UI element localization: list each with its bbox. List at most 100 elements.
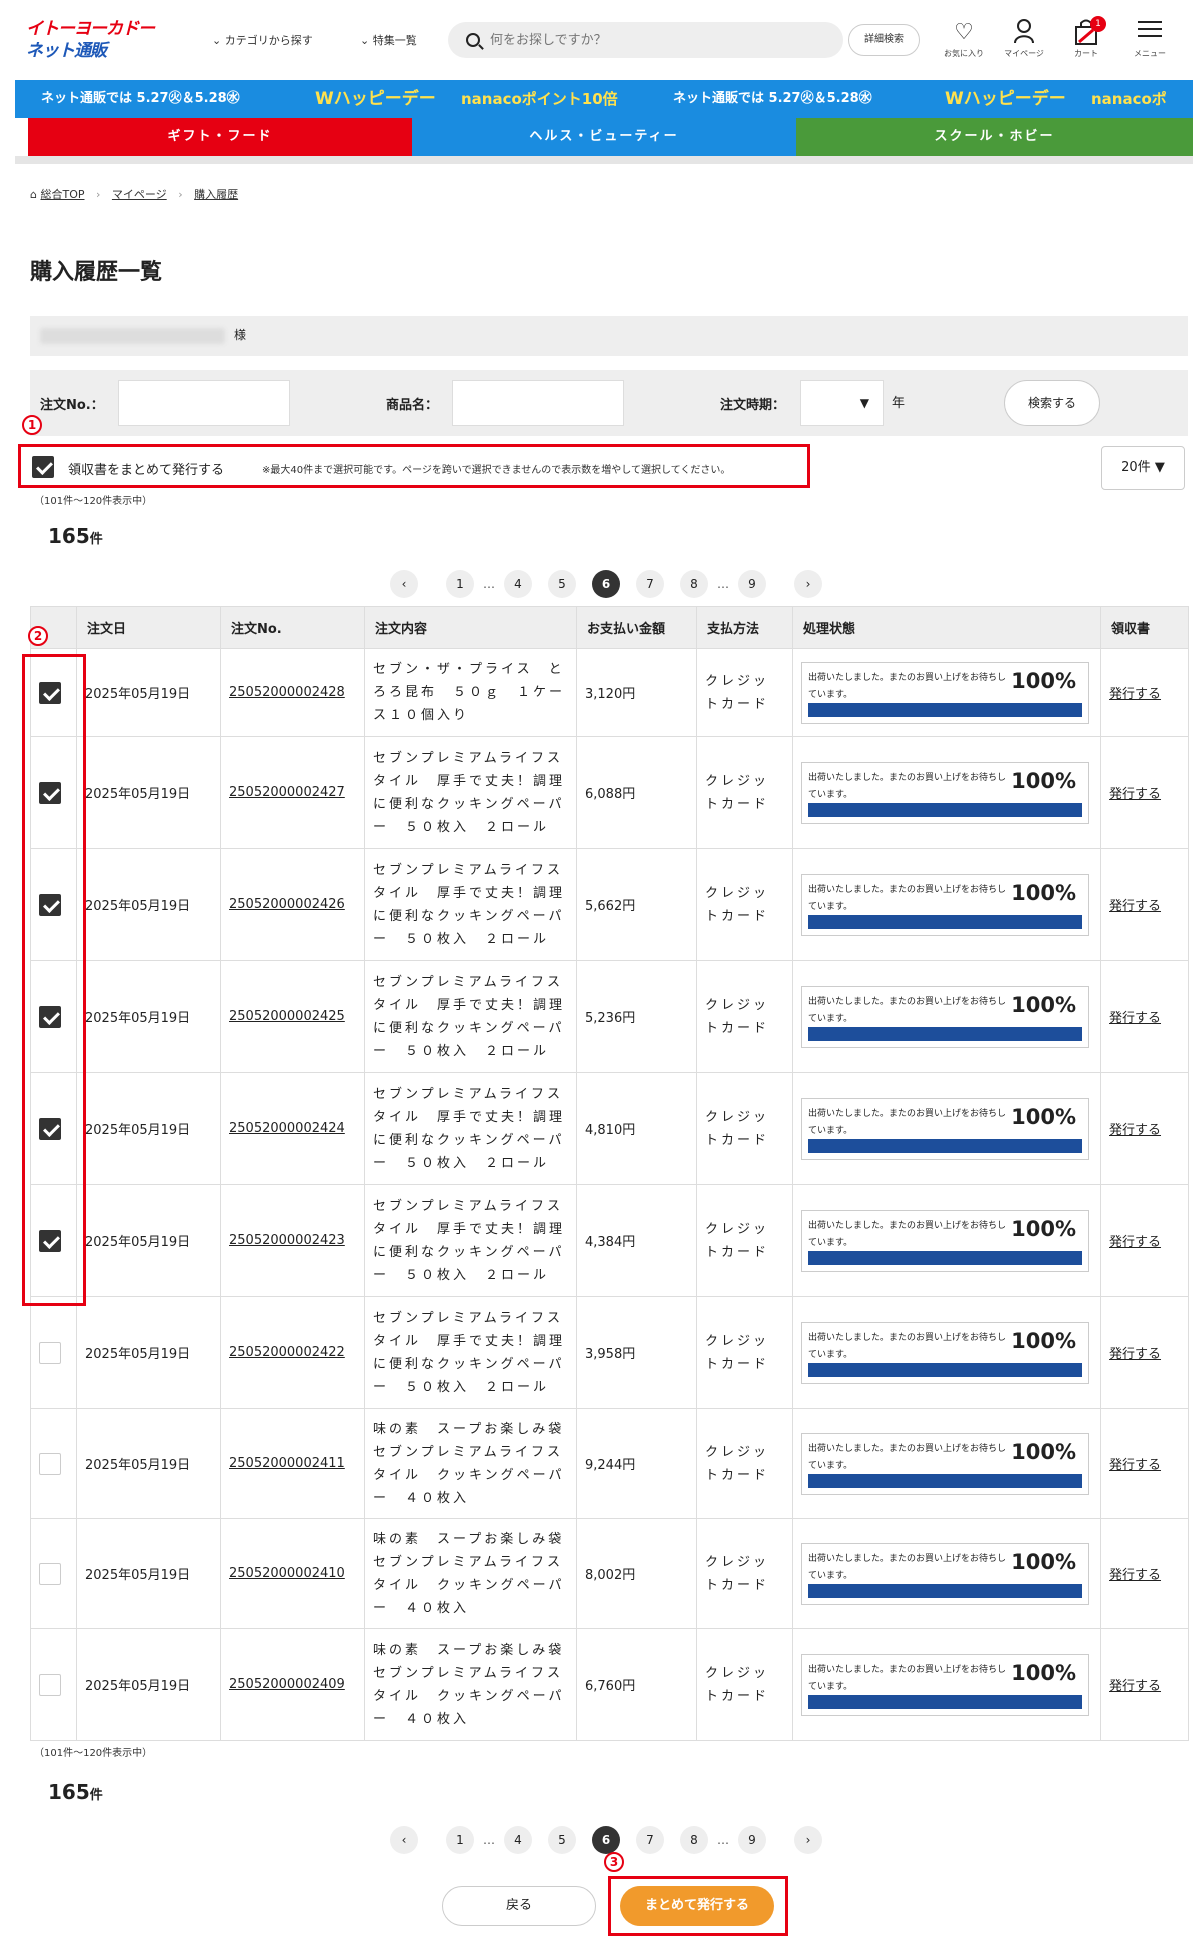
payment-method: クレジットカード	[696, 1184, 793, 1297]
pagination-page[interactable]: 7	[636, 570, 664, 598]
year-label: 年	[892, 396, 906, 411]
bulk-issue-button[interactable]: まとめて発行する	[620, 1886, 774, 1926]
order-no-link[interactable]: 25052000002410	[229, 1566, 345, 1581]
order-year-select[interactable]: ▼	[800, 380, 884, 426]
order-no-link[interactable]: 25052000002423	[229, 1233, 345, 1248]
advanced-search-button[interactable]: 詳細検索	[848, 24, 920, 56]
pagination-page[interactable]: 5	[548, 1826, 576, 1854]
banner-text-2: Wハッピーデー	[315, 89, 436, 109]
order-no-link[interactable]: 25052000002409	[229, 1677, 345, 1692]
order-no-cell: 25052000002411	[220, 1408, 365, 1519]
pagination-page[interactable]: 9	[738, 570, 766, 598]
pagination-page[interactable]: 1	[446, 1826, 474, 1854]
row-checkbox[interactable]	[39, 1562, 61, 1585]
order-no-link[interactable]: 25052000002411	[229, 1456, 345, 1471]
breadcrumb-separator: ›	[178, 188, 183, 201]
breadcrumb-mypage[interactable]: マイページ	[112, 188, 167, 201]
order-content: 味の素 スープお楽しみ袋 セブンプレミアムライフスタイル クッキングペーパー ４…	[364, 1408, 577, 1519]
pagination-page[interactable]: 8	[680, 1826, 708, 1854]
order-date: 2025年05月19日	[76, 848, 221, 961]
order-no-link[interactable]: 25052000002422	[229, 1345, 345, 1360]
issue-receipt-link[interactable]: 発行する	[1109, 1679, 1161, 1694]
issue-receipt-link[interactable]: 発行する	[1109, 687, 1161, 702]
progress-bar	[808, 1583, 1082, 1598]
status-cell: 出荷いたしました。またのお買い上げをお待ちしています。 100%	[792, 1072, 1101, 1185]
issue-receipt-link[interactable]: 発行する	[1109, 899, 1161, 914]
table-row: 2025年05月19日 25052000002428 セブン・ザ・プライス とろろ昆…	[30, 648, 1189, 737]
count-unit: 件	[89, 1788, 103, 1803]
chevron-down-icon: ▼	[859, 396, 869, 410]
nav-category[interactable]: ⌄ カテゴリから探す	[212, 32, 313, 48]
pagination-page[interactable]: 4	[504, 1826, 532, 1854]
nav-feature[interactable]: ⌄ 特集一覧	[360, 32, 417, 48]
issue-receipt-link[interactable]: 発行する	[1109, 787, 1161, 802]
pagination-page-current[interactable]: 6	[592, 570, 620, 598]
logo-line1: イトーヨーカドー	[26, 19, 155, 39]
pagination-prev[interactable]: ‹	[390, 570, 418, 598]
search-box	[448, 22, 843, 58]
order-no-link[interactable]: 25052000002428	[229, 685, 345, 700]
pagination-page[interactable]: 8	[680, 570, 708, 598]
order-date: 2025年05月19日	[76, 1296, 221, 1409]
payment-method: クレジットカード	[696, 1408, 793, 1519]
order-no-link[interactable]: 25052000002427	[229, 785, 345, 800]
pagination-next[interactable]: ›	[794, 570, 822, 598]
product-name-input[interactable]	[452, 380, 624, 426]
order-date: 2025年05月19日	[76, 960, 221, 1073]
order-date: 2025年05月19日	[76, 1184, 221, 1297]
pagination-next[interactable]: ›	[794, 1826, 822, 1854]
pagination-page[interactable]: 5	[548, 570, 576, 598]
status-text: 出荷いたしました。またのお買い上げをお待ちしています。	[808, 1553, 1007, 1581]
order-no-link[interactable]: 25052000002426	[229, 897, 345, 912]
row-checkbox[interactable]	[39, 1341, 61, 1364]
breadcrumb-current[interactable]: 購入履歴	[194, 188, 238, 201]
per-page-select[interactable]: 20件 ▼	[1101, 446, 1185, 490]
pagination-page[interactable]: 9	[738, 1826, 766, 1854]
issue-receipt-link[interactable]: 発行する	[1109, 1235, 1161, 1250]
order-no-input[interactable]	[118, 380, 290, 426]
pagination-page[interactable]: 7	[636, 1826, 664, 1854]
status-percent: 100%	[1011, 668, 1076, 693]
order-no-link[interactable]: 25052000002424	[229, 1121, 345, 1136]
category-health-beauty[interactable]: ヘルス・ビューティー	[412, 118, 796, 156]
search-button[interactable]: 検索する	[1004, 380, 1100, 426]
row-checkbox[interactable]	[39, 1673, 61, 1696]
menu-label: メニュー	[1134, 49, 1166, 58]
breadcrumb-home[interactable]: 総合TOP	[40, 188, 84, 201]
cart-button[interactable]: 1 カート	[1066, 16, 1106, 68]
row-checkbox[interactable]	[39, 1452, 61, 1475]
home-icon[interactable]: ⌂	[30, 188, 40, 201]
progress-bar	[808, 1473, 1082, 1488]
mypage-button[interactable]: マイページ	[1004, 18, 1044, 68]
pagination-page-current[interactable]: 6	[592, 1826, 620, 1854]
cart-label: カート	[1074, 49, 1098, 58]
order-date: 2025年05月19日	[76, 648, 221, 737]
issue-receipt-link[interactable]: 発行する	[1109, 1347, 1161, 1362]
issue-receipt-link[interactable]: 発行する	[1109, 1568, 1161, 1583]
issue-receipt-link[interactable]: 発行する	[1109, 1458, 1161, 1473]
promo-banner[interactable]: ネット通販では 5.27㊋＆5.28㊌ Wハッピーデー nanacoポイント10…	[15, 80, 1193, 118]
menu-button[interactable]: メニュー	[1130, 18, 1170, 68]
order-no-link[interactable]: 25052000002425	[229, 1009, 345, 1024]
pagination-prev[interactable]: ‹	[390, 1826, 418, 1854]
bulk-receipt-checkbox[interactable]	[32, 456, 54, 478]
status-percent: 100%	[1011, 1104, 1076, 1129]
back-button[interactable]: 戻る	[442, 1886, 596, 1926]
category-gift-food[interactable]: ギフト・フード	[28, 118, 412, 156]
favorites-button[interactable]: ♡ お気に入り	[944, 18, 984, 68]
order-amount: 6,088円	[576, 736, 697, 849]
search-input[interactable]	[490, 29, 810, 51]
order-content: 味の素 スープお楽しみ袋 セブンプレミアムライフスタイル クッキングペーパー ４…	[364, 1518, 577, 1629]
status-percent: 100%	[1011, 992, 1076, 1017]
issue-receipt-link[interactable]: 発行する	[1109, 1011, 1161, 1026]
pagination-page[interactable]: 1	[446, 570, 474, 598]
mypage-label: マイページ	[1004, 49, 1044, 58]
order-amount: 9,244円	[576, 1408, 697, 1519]
category-school-hobby[interactable]: スクール・ホビー	[796, 118, 1193, 156]
progress-fill	[808, 702, 1082, 717]
issue-receipt-link[interactable]: 発行する	[1109, 1123, 1161, 1138]
search-icon[interactable]	[466, 33, 480, 47]
order-period-label: 注文時期：	[720, 398, 786, 413]
site-logo[interactable]: イトーヨーカドー ネット通販	[26, 18, 155, 68]
pagination-page[interactable]: 4	[504, 570, 532, 598]
